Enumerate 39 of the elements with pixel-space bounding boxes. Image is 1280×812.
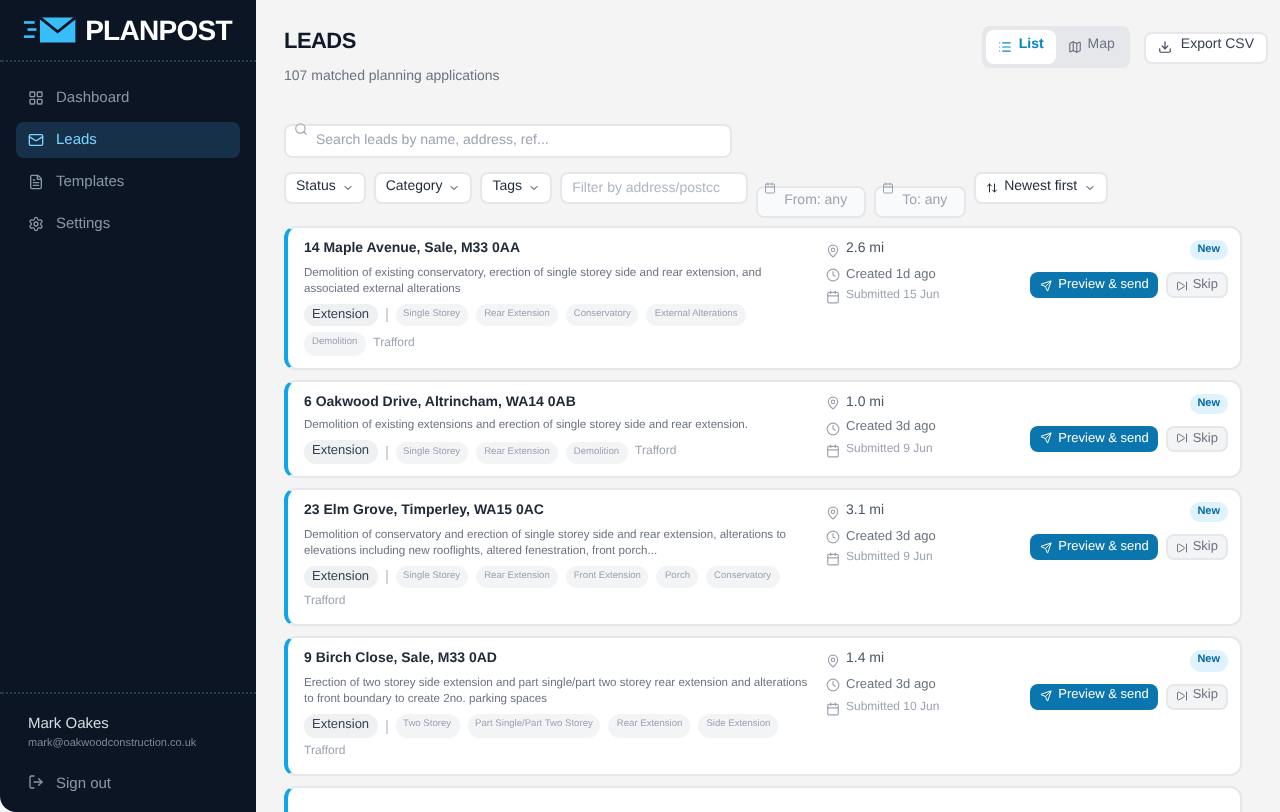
calendar-icon [826,443,840,458]
location-pin-icon [826,505,840,520]
skip-icon [1176,690,1189,703]
send-icon [1040,432,1053,445]
sign-out-icon [28,774,44,791]
settings-icon [28,216,44,232]
envelope-logo-icon [24,14,78,46]
clock-icon [826,267,840,282]
clock-icon [826,678,840,693]
location-pin-icon [826,396,840,411]
calendar-icon [764,182,777,194]
calendar-icon [882,182,895,194]
calendar-icon [826,552,840,567]
document-icon [28,174,44,190]
calendar-icon [826,701,840,716]
clock-icon [826,421,840,436]
clock-icon [826,529,840,544]
send-icon [1040,541,1053,554]
send-icon [1040,279,1053,292]
chevron-down-icon [341,182,354,194]
mail-icon [28,132,44,148]
map-icon [1067,40,1082,54]
download-icon [1158,40,1173,54]
sort-icon [986,182,999,194]
send-icon [1040,690,1053,703]
search-icon [294,122,308,136]
chevron-down-icon [528,182,541,194]
location-pin-icon [826,654,840,669]
page-title: LEADS [284,28,358,58]
skip-icon [1176,279,1189,292]
list-icon [998,40,1013,54]
skip-icon [1176,432,1189,445]
chevron-down-icon [1083,182,1096,194]
chevron-down-icon [448,182,461,194]
app-logo-text: PLANPOST [85,11,232,49]
dashboard-icon [28,90,44,106]
calendar-icon [826,290,840,305]
location-pin-icon [826,243,840,258]
skip-icon [1176,541,1189,554]
